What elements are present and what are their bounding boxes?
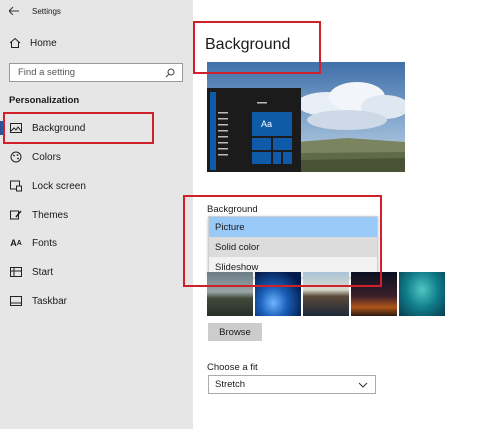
thumbnail-underwater[interactable] (399, 272, 445, 316)
sidebar: Settings Home Find a setting Personaliza… (0, 0, 193, 429)
home-icon (9, 37, 21, 49)
annotation-highlight-title (193, 21, 321, 74)
sidebar-item-label: Colors (32, 151, 61, 163)
fit-dropdown-value: Stretch (215, 379, 246, 390)
browse-button[interactable]: Browse (208, 323, 262, 341)
sidebar-item-themes[interactable]: Themes (0, 205, 193, 225)
search-input[interactable]: Find a setting (9, 63, 183, 82)
sidebar-item-start[interactable]: Start (0, 262, 193, 282)
preview-tile-text: Aa (261, 119, 273, 129)
background-preview: Aa (207, 62, 405, 172)
fit-label: Choose a fit (207, 362, 258, 373)
main-panel: Background Aa Background Picture Solid c… (183, 0, 480, 429)
sidebar-item-label: Fonts (32, 237, 58, 249)
brush-icon (10, 209, 22, 221)
sidebar-item-taskbar[interactable]: Taskbar (0, 291, 193, 311)
palette-icon (10, 151, 22, 163)
chevron-down-icon (357, 379, 369, 391)
sidebar-item-label: Start (32, 266, 54, 278)
home-label: Home (30, 37, 57, 49)
fit-dropdown[interactable]: Stretch (208, 375, 376, 394)
back-arrow-icon[interactable] (8, 6, 20, 16)
search-placeholder: Find a setting (18, 67, 76, 78)
titlebar: Settings (8, 5, 61, 17)
taskbar-icon (10, 295, 22, 307)
sidebar-item-fonts[interactable]: AA Fonts (0, 233, 193, 253)
search-icon[interactable] (164, 67, 176, 79)
annotation-highlight-dropdown (183, 195, 382, 287)
fonts-icon: AA (10, 238, 22, 248)
section-title: Personalization (9, 95, 80, 106)
start-icon (10, 266, 22, 278)
home-link[interactable]: Home (9, 37, 57, 49)
lock-screen-icon (10, 180, 22, 192)
sidebar-item-colors[interactable]: Colors (0, 147, 193, 167)
sidebar-item-label: Lock screen (32, 180, 86, 192)
annotation-highlight-sidebar (3, 112, 154, 144)
sidebar-item-label: Taskbar (32, 295, 68, 307)
window-title: Settings (32, 6, 61, 16)
sidebar-item-lock-screen[interactable]: Lock screen (0, 176, 193, 196)
sidebar-item-label: Themes (32, 209, 69, 221)
